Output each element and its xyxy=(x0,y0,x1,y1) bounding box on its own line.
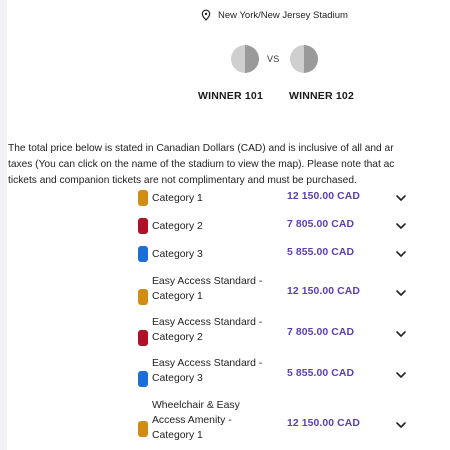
category-label-line: Category 3 xyxy=(152,373,203,384)
location-pin-icon xyxy=(200,9,212,21)
category-label: Easy Access Standard - Category 3 xyxy=(152,356,282,386)
category-color-swatch xyxy=(138,330,148,346)
category-label-line: Category 1 xyxy=(152,430,203,441)
category-label: Category 2 xyxy=(152,219,282,234)
notice-line: taxes (You can click on the name of the … xyxy=(8,159,395,170)
category-row[interactable]: Easy Access Standard - Category 2 7 805.00… xyxy=(0,317,450,347)
venue-link[interactable]: New York/New Jersey Stadium xyxy=(0,9,450,21)
chevron-down-icon[interactable] xyxy=(395,193,407,203)
category-label: Category 3 xyxy=(152,247,282,262)
category-label-line: Category 2 xyxy=(152,221,203,232)
price-notice: The total price below is stated in Canad… xyxy=(8,141,450,189)
notice-line: tickets and companion tickets are not co… xyxy=(8,175,357,186)
category-color-swatch xyxy=(138,246,148,262)
category-row[interactable]: Wheelchair & Easy Access Amenity - Categor… xyxy=(0,400,450,445)
category-label-line: Easy Access Standard - xyxy=(152,358,263,369)
category-label-line: Easy Access Standard - xyxy=(152,317,263,328)
category-row[interactable]: Easy Access Standard - Category 3 5 855.00… xyxy=(0,358,450,388)
category-label: Easy Access Standard - Category 1 xyxy=(152,274,282,304)
category-color-swatch xyxy=(138,421,148,437)
category-label-line: Category 2 xyxy=(152,332,203,343)
venue-name[interactable]: New York/New Jersey Stadium xyxy=(218,10,348,21)
chevron-down-icon[interactable] xyxy=(395,329,407,339)
chevron-down-icon[interactable] xyxy=(395,420,407,430)
category-color-swatch xyxy=(138,371,148,387)
category-label-line: Easy Access Standard - xyxy=(152,276,263,287)
team-placeholder-icon xyxy=(230,44,260,74)
category-label: Easy Access Standard - Category 2 xyxy=(152,315,282,345)
category-row[interactable]: Category 3 5 855.00 CAD xyxy=(0,246,450,264)
ticket-category-page: New York/New Jersey Stadium VS WINNER 10… xyxy=(0,0,450,450)
category-label-line: Access Amenity - xyxy=(152,415,232,426)
category-label-line: Category 3 xyxy=(152,249,203,260)
category-price: 5 855.00 CAD xyxy=(287,368,355,379)
chevron-down-icon[interactable] xyxy=(395,221,407,231)
category-color-swatch xyxy=(138,218,148,234)
chevron-down-icon[interactable] xyxy=(395,288,407,298)
category-label-line: Wheelchair & Easy xyxy=(152,400,240,411)
category-label-line: Category 1 xyxy=(152,291,203,302)
vs-label: VS xyxy=(267,54,280,64)
team-placeholder-icon xyxy=(289,44,319,74)
category-label-line: Category 1 xyxy=(152,193,203,204)
category-row[interactable]: Category 2 7 805.00 CAD xyxy=(0,218,450,236)
category-color-swatch xyxy=(138,289,148,305)
category-label: Category 1 xyxy=(152,191,282,206)
category-price: 7 805.00 CAD xyxy=(287,327,355,338)
category-price: 7 805.00 CAD xyxy=(287,219,355,230)
chevron-down-icon[interactable] xyxy=(395,249,407,259)
away-team-name: WINNER 102 xyxy=(289,90,355,102)
home-team-name: WINNER 101 xyxy=(198,90,264,102)
category-price: 12 150.00 CAD xyxy=(287,418,360,429)
chevron-down-icon[interactable] xyxy=(395,370,407,380)
notice-line: The total price below is stated in Canad… xyxy=(8,143,394,154)
category-row[interactable]: Category 1 12 150.00 CAD xyxy=(0,190,450,208)
category-row[interactable]: Easy Access Standard - Category 1 12 150.0… xyxy=(0,276,450,306)
category-price: 12 150.00 CAD xyxy=(287,286,360,297)
category-label: Wheelchair & Easy Access Amenity - Categor… xyxy=(152,398,282,443)
category-price: 5 855.00 CAD xyxy=(287,247,355,258)
category-price: 12 150.00 CAD xyxy=(287,191,360,202)
category-color-swatch xyxy=(138,190,148,206)
